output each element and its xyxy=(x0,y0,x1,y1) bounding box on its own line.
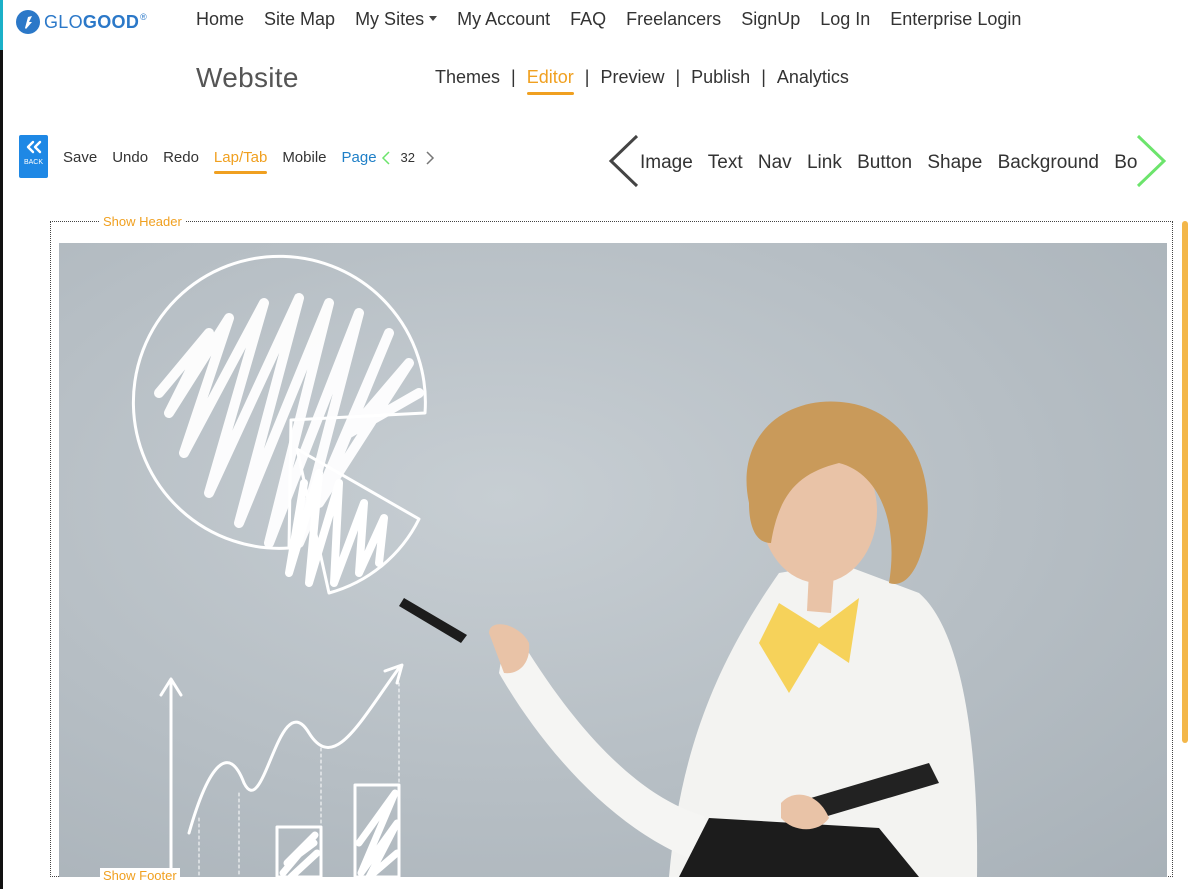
editor-subnav: Themes | Editor | Preview | Publish | An… xyxy=(435,67,849,95)
element-text[interactable]: Text xyxy=(708,152,743,173)
redo-button[interactable]: Redo xyxy=(163,149,199,166)
double-chevron-left-icon xyxy=(26,140,41,154)
chevron-down-icon xyxy=(429,15,438,21)
nav-home[interactable]: Home xyxy=(196,9,244,30)
nav-faq[interactable]: FAQ xyxy=(570,9,606,30)
element-link[interactable]: Link xyxy=(807,152,842,173)
editor-toolbar: Save Undo Redo Lap/Tab Mobile Page 32 xyxy=(63,149,435,174)
tab-preview[interactable]: Preview xyxy=(600,67,664,88)
element-shape[interactable]: Shape xyxy=(927,152,982,173)
element-image[interactable]: Image xyxy=(640,152,693,173)
laptab-view-button[interactable]: Lap/Tab xyxy=(213,149,268,174)
mobile-view-button[interactable]: Mobile xyxy=(282,149,326,166)
hero-image[interactable] xyxy=(59,243,1167,877)
element-button[interactable]: Button xyxy=(857,152,912,173)
nav-freelancers[interactable]: Freelancers xyxy=(626,9,721,30)
separator: | xyxy=(511,67,516,87)
window-edge-accent xyxy=(0,0,3,50)
show-header-toggle[interactable]: Show Header xyxy=(100,214,185,229)
elements-list: Image Text Nav Link Button Shape Backgro… xyxy=(640,152,1138,174)
nav-enterprise-login[interactable]: Enterprise Login xyxy=(890,9,1021,30)
page-label: Page xyxy=(341,149,377,166)
carousel-next-icon[interactable] xyxy=(1134,134,1168,190)
nav-signup[interactable]: SignUp xyxy=(741,9,800,30)
separator: | xyxy=(761,67,766,87)
chevron-right-icon[interactable] xyxy=(425,150,435,166)
undo-button[interactable]: Undo xyxy=(112,149,148,166)
show-footer-toggle[interactable]: Show Footer xyxy=(100,868,180,883)
window-edge xyxy=(0,0,3,889)
logo-icon xyxy=(16,10,40,34)
brand-name-part2: GOOD xyxy=(82,11,140,32)
registered-mark: ® xyxy=(140,11,148,22)
back-label: BACK xyxy=(23,159,44,166)
site-title: Website xyxy=(196,62,299,93)
nav-site-map[interactable]: Site Map xyxy=(264,9,335,30)
elements-carousel: Image Text Nav Link Button Shape Backgro… xyxy=(607,134,1169,190)
tab-editor[interactable]: Editor xyxy=(526,67,574,95)
tab-publish[interactable]: Publish xyxy=(691,67,750,88)
brand-name: GLOGOOD® xyxy=(44,12,147,33)
top-nav: Home Site Map My Sites My Account FAQ Fr… xyxy=(196,9,1041,30)
tab-themes[interactable]: Themes xyxy=(435,67,500,88)
separator: | xyxy=(584,67,590,87)
brand-logo[interactable]: GLOGOOD® xyxy=(16,8,147,36)
chevron-left-icon[interactable] xyxy=(381,150,391,166)
nav-my-sites[interactable]: My Sites xyxy=(355,9,438,30)
element-nav[interactable]: Nav xyxy=(758,152,792,173)
hero-illustration xyxy=(131,254,978,877)
back-button[interactable]: BACK xyxy=(19,135,48,178)
tab-analytics[interactable]: Analytics xyxy=(777,67,849,88)
canvas-scrollbar[interactable] xyxy=(1182,221,1188,743)
carousel-prev-icon[interactable] xyxy=(607,134,639,190)
nav-login[interactable]: Log In xyxy=(820,9,870,30)
separator: | xyxy=(675,67,681,87)
element-background[interactable]: Background xyxy=(998,152,1099,173)
save-button[interactable]: Save xyxy=(63,149,97,166)
nav-my-sites-label: My Sites xyxy=(355,9,425,29)
brand-name-part1: GLO xyxy=(44,11,83,32)
page-number: 32 xyxy=(400,150,416,165)
nav-my-account[interactable]: My Account xyxy=(457,9,550,30)
